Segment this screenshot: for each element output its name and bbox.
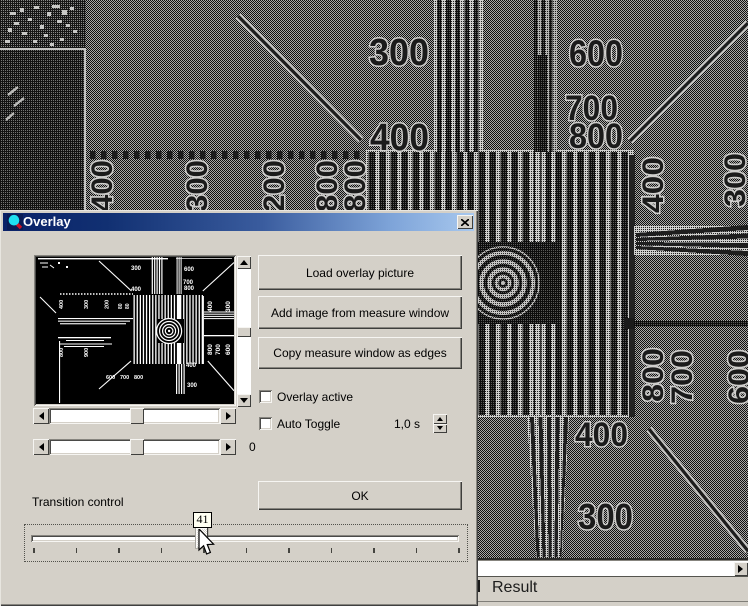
- svg-text:800: 800: [207, 344, 214, 355]
- svg-text:300: 300: [181, 160, 214, 212]
- svg-text:800: 800: [184, 286, 195, 292]
- svg-text:400: 400: [575, 416, 628, 454]
- svg-text:400: 400: [370, 117, 429, 159]
- svg-text:900: 900: [84, 348, 90, 357]
- svg-text:400: 400: [207, 301, 214, 312]
- svg-text:600: 600: [184, 267, 195, 273]
- svg-text:800: 800: [59, 348, 65, 357]
- svg-text:300: 300: [84, 300, 90, 309]
- svg-text:80: 80: [125, 303, 131, 309]
- svg-text:300: 300: [187, 383, 198, 389]
- svg-text:300: 300: [225, 301, 232, 312]
- svg-text:80: 80: [118, 303, 124, 309]
- svg-text:700: 700: [666, 350, 699, 404]
- svg-text:400: 400: [186, 363, 197, 369]
- svg-text:400: 400: [86, 160, 119, 212]
- svg-text:800: 800: [134, 375, 143, 381]
- svg-text:700: 700: [120, 375, 129, 381]
- svg-text:600: 600: [106, 375, 115, 381]
- svg-text:400: 400: [131, 287, 142, 293]
- svg-text:300: 300: [719, 153, 748, 207]
- svg-text:400: 400: [637, 157, 670, 213]
- svg-text:200: 200: [105, 300, 111, 309]
- svg-text:300: 300: [369, 32, 429, 74]
- svg-text:600: 600: [225, 344, 232, 355]
- svg-text:600: 600: [723, 350, 748, 404]
- svg-text:300: 300: [578, 496, 633, 537]
- svg-text:600: 600: [569, 33, 623, 74]
- svg-text:800: 800: [569, 117, 623, 156]
- svg-text:300: 300: [131, 266, 142, 272]
- svg-text:400: 400: [59, 300, 65, 309]
- svg-text:700: 700: [215, 344, 222, 355]
- svg-text:200: 200: [258, 160, 291, 212]
- svg-text:800: 800: [339, 160, 372, 212]
